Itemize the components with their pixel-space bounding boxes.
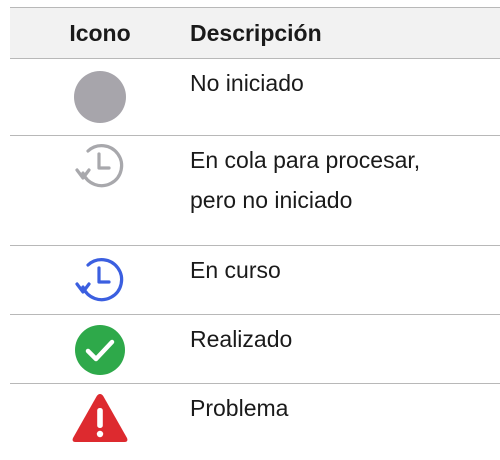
row-description: Realizado (190, 326, 293, 352)
row-description: No iniciado (190, 70, 304, 96)
gray-circle-icon (74, 71, 126, 123)
gray-clock-icon (75, 144, 124, 188)
green-check-icon (75, 325, 125, 375)
header-description-cell: Descripción (190, 13, 500, 53)
table-row: Problema (10, 384, 500, 457)
row-description: En curso (190, 257, 281, 283)
header-icon-cell: Icono (10, 20, 190, 47)
table-row: En cola para procesar, pero no iniciado (10, 136, 500, 246)
status-icon-table: Icono Descripción No iniciado En cola pa… (10, 7, 500, 457)
table-row: En curso (10, 246, 500, 315)
row-description: Problema (190, 395, 289, 421)
blue-clock-icon (75, 258, 124, 302)
red-warning-icon (72, 394, 128, 442)
table-header-row: Icono Descripción (10, 7, 500, 59)
table-row: No iniciado (10, 59, 500, 136)
row-description: En cola para procesar, pero no iniciado (190, 147, 421, 213)
table-row: Realizado (10, 315, 500, 384)
header-description-label: Descripción (190, 20, 322, 46)
header-icon-label: Icono (69, 19, 131, 46)
